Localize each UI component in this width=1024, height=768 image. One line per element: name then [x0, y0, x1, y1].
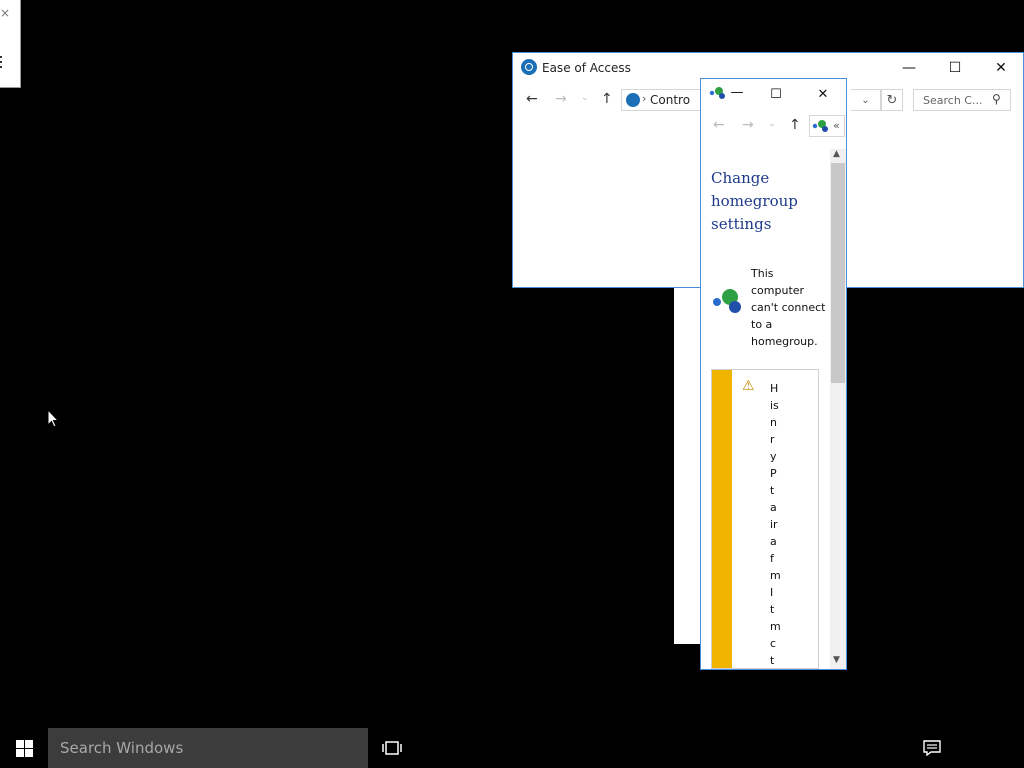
control-panel-icon — [626, 93, 640, 107]
background-window-edge — [674, 288, 703, 644]
homegroup-window: — ☐ ✕ ← → ⌄ ↑ « Change homegroup setting… — [700, 78, 847, 670]
scrollbar-thumb[interactable] — [831, 163, 845, 383]
back-arrow-icon[interactable]: ← — [526, 91, 538, 107]
close-icon[interactable]: × — [0, 6, 10, 20]
status-text: This computer can't connect to a homegro… — [751, 267, 826, 348]
maximize-button[interactable]: ☐ — [932, 53, 978, 83]
search-input[interactable]: Search C... ⚲ — [913, 89, 1011, 111]
start-button[interactable] — [0, 728, 48, 768]
maximize-button[interactable]: ☐ — [764, 83, 788, 105]
taskbar-search-box[interactable]: Search Windows — [48, 728, 368, 768]
refresh-icon[interactable]: ↻ — [881, 89, 903, 111]
up-arrow-icon[interactable]: ↑ — [789, 117, 801, 133]
more-options-icon[interactable] — [0, 56, 3, 68]
warning-text: H is n r y P t a ir a f m I t m c t — [770, 382, 780, 667]
taskbar-search-placeholder: Search Windows — [60, 739, 184, 757]
ease-of-access-icon — [521, 59, 537, 75]
forward-arrow-icon[interactable]: → — [742, 117, 754, 133]
address-bar[interactable]: « — [809, 115, 845, 137]
page-title: Change homegroup settings — [711, 169, 798, 233]
recent-locations-icon[interactable]: ⌄ — [768, 119, 776, 129]
notification-icon — [923, 740, 941, 756]
minimize-button[interactable]: — — [725, 81, 749, 103]
scroll-down-icon[interactable]: ▼ — [833, 655, 840, 665]
back-arrow-icon[interactable]: ← — [713, 117, 725, 133]
search-icon[interactable]: ⚲ — [992, 92, 1001, 106]
warning-icon: ⚠ — [742, 378, 755, 394]
task-view-button[interactable] — [372, 728, 412, 768]
address-bar[interactable]: › Contro — [621, 89, 709, 111]
homegroup-icon — [713, 289, 741, 313]
warning-panel: ⚠ H is n r y P t a ir a f m I t m c t — [711, 369, 819, 669]
breadcrumb[interactable]: Contro — [650, 93, 690, 107]
taskbar: Search Windows — [0, 728, 1024, 768]
up-arrow-icon[interactable]: ↑ — [601, 91, 613, 107]
minimize-button[interactable]: — — [886, 53, 932, 83]
scroll-up-icon[interactable]: ▲ — [833, 149, 840, 159]
window-title: Ease of Access — [542, 61, 631, 75]
close-button[interactable]: ✕ — [978, 53, 1024, 83]
recent-locations-icon[interactable]: ⌄ — [581, 93, 589, 103]
mouse-cursor-icon — [47, 409, 60, 428]
breadcrumb-chevron-icon[interactable]: › — [642, 92, 646, 105]
search-placeholder: Search C... — [923, 94, 983, 107]
action-center-button[interactable] — [912, 728, 952, 768]
partial-dialog: × — [0, 0, 21, 88]
overflow-chevron-icon[interactable]: « — [833, 119, 840, 132]
forward-arrow-icon[interactable]: → — [555, 91, 567, 107]
windows-logo-icon — [15, 739, 33, 757]
task-view-icon — [382, 741, 402, 755]
address-dropdown-icon[interactable]: ⌄ — [851, 89, 881, 111]
homegroup-icon — [709, 87, 725, 99]
close-button[interactable]: ✕ — [811, 83, 835, 105]
warning-bar — [712, 370, 732, 668]
homegroup-icon — [812, 120, 828, 132]
vertical-scrollbar[interactable]: ▲ ▼ — [830, 149, 846, 669]
